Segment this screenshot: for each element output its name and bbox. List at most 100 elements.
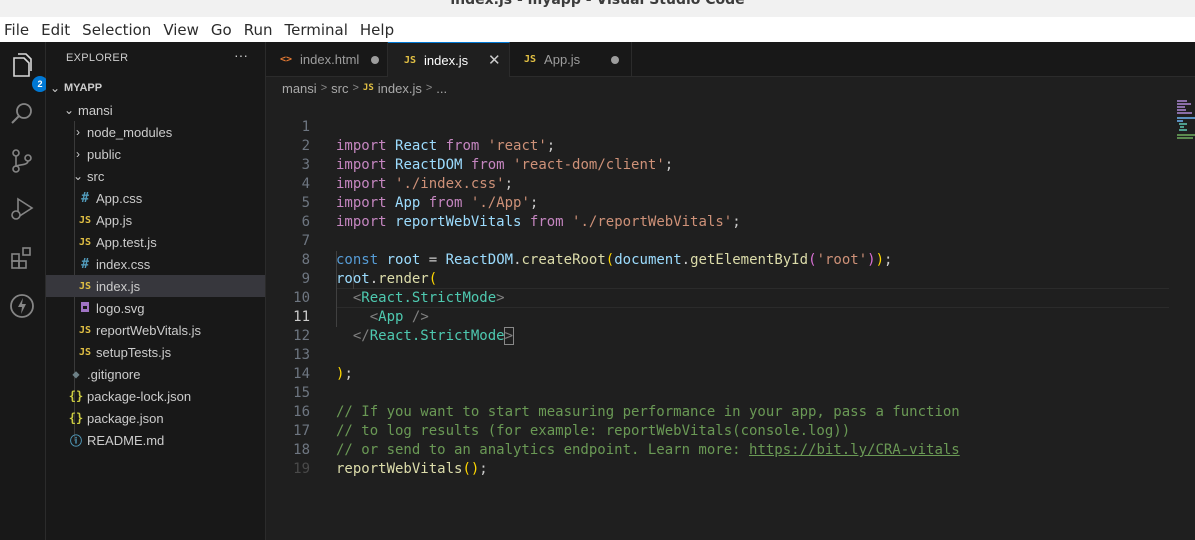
breadcrumb-file[interactable]: index.js — [378, 81, 422, 96]
js-file-icon: JS — [78, 236, 92, 248]
code-line: 14 — [266, 346, 1186, 382]
run-debug-icon — [11, 197, 34, 220]
menu-file[interactable]: File — [4, 21, 29, 39]
menu-go[interactable]: Go — [211, 21, 232, 39]
chevron-down-icon: ⌄ — [72, 169, 84, 183]
run-debug-button[interactable] — [8, 195, 38, 225]
js-file-icon: JS — [78, 324, 92, 336]
breadcrumb-mansi[interactable]: mansi — [282, 81, 317, 96]
more-actions-icon[interactable]: ··· — [234, 47, 248, 63]
tree-label: public — [87, 146, 121, 162]
tree-folder-mansi[interactable]: ⌄ mansi — [46, 99, 265, 121]
tree-file-app-test-js[interactable]: JS App.test.js — [46, 231, 265, 253]
tree-folder-public[interactable]: › public — [46, 143, 265, 165]
tree-file-package-json[interactable]: {} package.json — [46, 407, 265, 429]
git-file-icon: ◆ — [72, 367, 80, 381]
tree-label: setupTests.js — [96, 344, 172, 360]
code-line: 18 reportWebVitals(); — [266, 422, 1186, 477]
tree-root[interactable]: ⌄ MYAPP — [46, 77, 265, 99]
lightning-icon — [10, 294, 34, 318]
files-icon — [13, 53, 32, 77]
tree-label: index.js — [96, 278, 141, 294]
tree-label: src — [87, 168, 105, 184]
menu-help[interactable]: Help — [360, 21, 394, 39]
tree-file-index-js[interactable]: JS index.js — [46, 275, 265, 297]
tree-file-index-css[interactable]: # index.css — [46, 253, 265, 275]
code-editor[interactable]: 1 import React from 'react'; 2 import Re… — [266, 99, 1195, 540]
line-number: 19 — [293, 461, 310, 477]
css-file-icon: # — [81, 256, 89, 272]
tab-label: index.html — [300, 52, 360, 67]
extensions-icon — [11, 247, 31, 269]
source-control-button[interactable] — [8, 147, 38, 177]
code-line: 8 root.render( — [266, 232, 1186, 287]
tree-label: logo.svg — [96, 300, 145, 316]
tree-label: mansi — [78, 102, 113, 118]
thunder-client-button[interactable] — [8, 292, 38, 322]
breadcrumb: mansi > src > JS index.js > ... — [266, 77, 1195, 99]
explorer-title: EXPLORER — [66, 52, 129, 64]
window-title: index.js - myapp - Visual Studio Code — [450, 0, 745, 8]
activity-bar: 2 — [0, 42, 48, 540]
root-label: MYAPP — [64, 82, 103, 94]
breadcrumb-src[interactable]: src — [331, 81, 348, 96]
menu-terminal[interactable]: Terminal — [285, 21, 348, 39]
modified-dot-icon — [611, 56, 619, 64]
code-line: 6 — [266, 194, 1186, 230]
code-line: 11 </React.StrictMode> — [266, 289, 1186, 345]
tree-label: reportWebVitals.js — [96, 322, 202, 338]
tab-label: index.js — [424, 52, 469, 68]
code-line: 10 <App /> — [266, 270, 1186, 325]
code-line: 17 // or send to an analytics endpoint. … — [266, 403, 1186, 458]
title-bar: index.js - myapp - Visual Studio Code — [0, 0, 1195, 17]
chevron-down-icon: ⌄ — [49, 81, 61, 95]
close-icon[interactable]: ✕ — [488, 51, 501, 69]
tree-file-app-js[interactable]: JS App.js — [46, 209, 265, 231]
tab-index-html[interactable]: <> index.html — [266, 42, 388, 77]
menu-edit[interactable]: Edit — [41, 21, 70, 39]
code-line: 3 import './index.css'; — [266, 137, 1186, 192]
minimap[interactable] — [1176, 99, 1195, 139]
code-line: 2 import ReactDOM from 'react-dom/client… — [266, 118, 1186, 173]
code-line: 1 import React from 'react'; — [266, 99, 1186, 154]
tree-file-readme[interactable]: ⓘ README.md — [46, 429, 265, 451]
tree-label: App.test.js — [96, 234, 157, 250]
html-file-icon: <> — [280, 54, 293, 65]
tree-folder-node-modules[interactable]: › node_modules — [46, 121, 265, 143]
tab-app-js[interactable]: JS App.js — [510, 42, 632, 77]
breadcrumb-symbols[interactable]: ... — [436, 81, 447, 96]
tree-file-report-web-vitals[interactable]: JS reportWebVitals.js — [46, 319, 265, 341]
editor-tabs: <> index.html JS index.js ✕ JS App.js — [266, 42, 1195, 77]
chevron-right-icon: > — [425, 82, 433, 94]
tree-file-logo-svg[interactable]: logo.svg — [46, 297, 265, 319]
tab-index-js[interactable]: JS index.js ✕ — [388, 42, 510, 77]
chevron-right-icon: > — [320, 82, 328, 94]
search-button[interactable] — [8, 100, 38, 130]
code-line: 7 const root = ReactDOM.createRoot(docum… — [266, 213, 1186, 268]
tree-file-app-css[interactable]: # App.css — [46, 187, 265, 209]
extensions-button[interactable] — [8, 244, 38, 274]
code-line: 15 // If you want to start measuring per… — [266, 365, 1186, 420]
search-icon — [11, 103, 32, 124]
explorer-sidebar: EXPLORER ··· ⌄ MYAPP ⌄ mansi › node_modu… — [46, 42, 266, 540]
code-line: 12 — [266, 308, 1186, 344]
menu-view[interactable]: View — [163, 21, 199, 39]
code-line: 4 import App from './App'; — [266, 156, 1186, 211]
explorer-button[interactable]: 2 — [8, 50, 48, 92]
js-file-icon: JS — [78, 214, 92, 226]
tree-file-gitignore[interactable]: ◆ .gitignore — [46, 363, 265, 385]
tree-file-setup-tests[interactable]: JS setupTests.js — [46, 341, 265, 363]
code-line: 13 ); — [266, 327, 1186, 382]
code-line: 16 // to log results (for example: repor… — [266, 384, 1186, 439]
tree-folder-src[interactable]: ⌄ src — [46, 165, 265, 187]
js-file-icon: JS — [524, 54, 537, 65]
tree-file-package-lock[interactable]: {} package-lock.json — [46, 385, 265, 407]
code-line: 9 <React.StrictMode> — [266, 251, 1186, 306]
tab-label: App.js — [544, 52, 581, 67]
tree-label: README.md — [87, 432, 165, 448]
menu-run[interactable]: Run — [244, 21, 273, 39]
js-file-icon: JS — [78, 346, 92, 358]
code-line: 19 — [266, 441, 1186, 477]
code-line: 5 import reportWebVitals from './reportW… — [266, 175, 1186, 230]
menu-selection[interactable]: Selection — [82, 21, 151, 39]
